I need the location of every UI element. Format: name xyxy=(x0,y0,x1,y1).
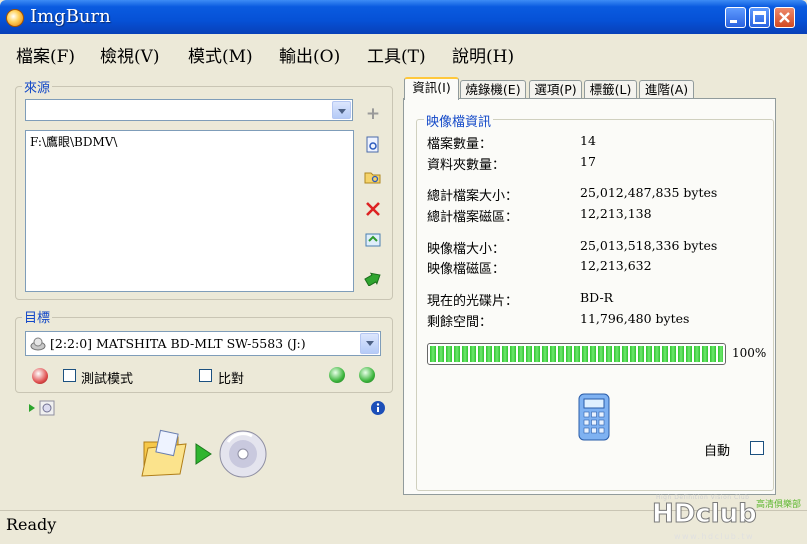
watermark-cjk: 高清俱樂部 xyxy=(756,500,802,510)
files-value: 14 xyxy=(580,133,596,148)
source-combo[interactable] xyxy=(25,99,353,121)
tab-info[interactable]: 資訊(I) xyxy=(404,77,459,100)
verify-checkbox[interactable] xyxy=(199,369,212,382)
expand-arrow-icon[interactable] xyxy=(27,403,37,413)
destination-drive-value: [2:2:0] MATSHITA BD-MLT SW-5583 (J:) xyxy=(50,336,306,351)
free-space-value: 11,796,480 bytes xyxy=(580,311,690,326)
hdclub-watermark: High Definition Vision Club HDclub 高清俱樂部… xyxy=(650,494,807,543)
image-sectors-value: 12,213,632 xyxy=(580,258,652,273)
menu-bar: 檔案(F) 檢視(V) 模式(M) 輸出(O) 工具(T) 說明(H) xyxy=(0,34,807,70)
tab-advanced[interactable]: 進階(A) xyxy=(639,80,694,99)
folders-value: 17 xyxy=(580,154,596,169)
menu-file[interactable]: 檔案(F) xyxy=(16,42,75,67)
drive-icon xyxy=(30,337,46,351)
minimize-icon xyxy=(730,20,737,23)
capacity-progress-bar xyxy=(427,343,726,365)
free-space-label: 剩餘空間： xyxy=(427,315,493,330)
progress-percent: 100% xyxy=(732,346,767,360)
image-size-value: 25,013,518,336 bytes xyxy=(580,238,718,253)
speed-down-icon[interactable] xyxy=(359,367,375,383)
image-info-group-label: 映像檔資訊 xyxy=(424,111,494,130)
tab-options[interactable]: 選項(P) xyxy=(529,80,582,99)
destination-drive-combo[interactable]: [2:2:0] MATSHITA BD-MLT SW-5583 (J:) xyxy=(25,331,381,356)
source-file-list[interactable]: F:\鷹眼\BDMV\ xyxy=(25,130,354,292)
total-sectors-label: 總計檔案磁區： xyxy=(427,210,519,225)
auto-label: 自動 xyxy=(704,444,731,459)
browse-file-icon[interactable] xyxy=(364,136,382,154)
maximize-icon xyxy=(753,11,766,24)
chevron-down-icon[interactable] xyxy=(360,333,379,354)
progress-fill xyxy=(430,346,723,362)
close-icon xyxy=(779,12,790,23)
build-button[interactable] xyxy=(140,428,270,480)
menu-view[interactable]: 檢視(V) xyxy=(100,42,160,67)
tab-labels[interactable]: 標籤(L) xyxy=(584,80,637,99)
menu-help[interactable]: 說明(H) xyxy=(452,42,514,67)
calculate-icon[interactable] xyxy=(364,231,382,249)
image-size-label: 映像檔大小： xyxy=(427,242,506,257)
tab-burner[interactable]: 燒錄機(E) xyxy=(460,80,526,99)
folder-to-disc-icon xyxy=(141,429,267,478)
disc-label: 現在的光碟片： xyxy=(427,294,519,309)
calculator-icon[interactable] xyxy=(577,392,611,442)
auto-checkbox[interactable] xyxy=(750,441,764,455)
close-button[interactable] xyxy=(774,7,795,28)
total-size-label: 總計檔案大小： xyxy=(427,189,519,204)
total-sectors-value: 12,213,138 xyxy=(580,206,652,221)
eject-icon[interactable] xyxy=(32,368,48,384)
move-icon[interactable] xyxy=(364,268,382,287)
speed-up-icon[interactable] xyxy=(329,367,345,383)
maximize-button[interactable] xyxy=(749,7,770,28)
list-item[interactable]: F:\鷹眼\BDMV\ xyxy=(30,133,117,150)
watermark-logo: HDclub xyxy=(652,499,758,530)
imgburn-window: ImgBurn 檔案(F) 檢視(V) 模式(M) 輸出(O) 工具(T) 說明… xyxy=(0,0,807,544)
browse-folder-icon[interactable] xyxy=(364,168,382,186)
menu-tools[interactable]: 工具(T) xyxy=(367,42,426,67)
remove-icon[interactable] xyxy=(364,200,382,218)
minimize-button[interactable] xyxy=(725,7,746,28)
test-mode-label: 測試模式 xyxy=(81,372,134,387)
files-label: 檔案數量： xyxy=(427,137,493,152)
verify-label: 比對 xyxy=(218,372,245,387)
image-sectors-label: 映像檔磁區： xyxy=(427,262,506,277)
title-bar[interactable]: ImgBurn xyxy=(0,0,807,34)
test-mode-checkbox[interactable] xyxy=(63,369,76,382)
disc-value: BD-R xyxy=(580,290,614,305)
menu-mode[interactable]: 模式(M) xyxy=(188,42,253,67)
total-size-value: 25,012,487,835 bytes xyxy=(580,185,718,200)
status-text: Ready xyxy=(6,515,57,534)
folders-label: 資料夾數量： xyxy=(427,158,506,173)
chevron-down-icon[interactable] xyxy=(332,101,351,119)
imgburn-app-icon[interactable] xyxy=(6,9,24,27)
disc-info-icon[interactable] xyxy=(39,400,55,416)
watermark-url: www.hdclub.tw xyxy=(674,532,755,541)
window-title: ImgBurn xyxy=(30,6,111,27)
add-icon[interactable]: + xyxy=(364,105,382,123)
info-icon[interactable] xyxy=(370,400,386,416)
menu-output[interactable]: 輸出(O) xyxy=(279,42,340,67)
source-group-label: 來源 xyxy=(22,77,53,96)
destination-group-label: 目標 xyxy=(22,307,53,326)
